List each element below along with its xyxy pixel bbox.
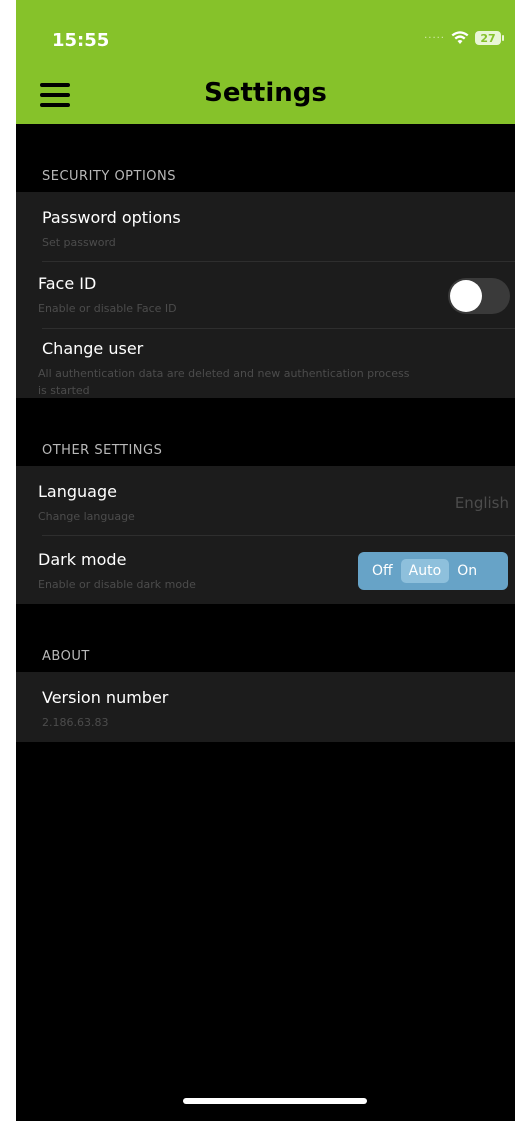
password-options-row[interactable]: Password options Set password: [16, 192, 515, 262]
face-id-toggle[interactable]: [448, 278, 510, 314]
change-user-title: Change user: [42, 339, 144, 358]
language-row[interactable]: Language Change language English: [16, 466, 515, 535]
home-indicator: [183, 1098, 367, 1104]
dark-mode-auto-option[interactable]: Auto: [400, 559, 450, 583]
battery-icon: 27: [475, 31, 504, 45]
dark-mode-row: Dark mode Enable or disable dark mode Of…: [16, 536, 515, 604]
wifi-icon: [451, 31, 469, 44]
header-bar: 15:55 ····· 27 Settings: [16, 0, 515, 124]
dark-mode-title: Dark mode: [38, 550, 127, 569]
face-id-subtitle: Enable or disable Face ID: [38, 302, 177, 315]
change-user-subtitle-cont: is started: [38, 384, 90, 397]
version-number: 2.186.63.83: [42, 716, 109, 729]
page-title: Settings: [204, 78, 327, 108]
battery-level: 27: [480, 31, 496, 45]
dark-mode-off-option[interactable]: Off: [364, 559, 401, 583]
change-user-subtitle: All authentication data are deleted and …: [38, 367, 410, 380]
other-settings-group: Language Change language English Dark mo…: [16, 466, 515, 604]
password-options-subtitle: Set password: [42, 236, 116, 249]
toggle-knob: [450, 280, 482, 312]
status-icons: ····· 27: [424, 31, 504, 45]
password-options-title: Password options: [42, 208, 181, 227]
security-group: Password options Set password Face ID En…: [16, 192, 515, 398]
section-header-security: SECURITY OPTIONS: [16, 124, 515, 192]
face-id-title: Face ID: [38, 274, 97, 293]
dark-mode-on-option[interactable]: On: [449, 559, 485, 583]
section-header-other: OTHER SETTINGS: [16, 398, 515, 466]
version-title: Version number: [42, 688, 169, 707]
about-group: Version number 2.186.63.83: [16, 672, 515, 742]
app-screen: 15:55 ····· 27 Settings SECURITY OPTIONS…: [16, 0, 515, 1121]
dark-mode-segmented-control: Off Auto On: [358, 552, 508, 590]
language-value: English: [454, 494, 509, 512]
section-header-about: ABOUT: [16, 604, 515, 672]
change-user-row[interactable]: Change user All authentication data are …: [16, 329, 515, 398]
status-time: 15:55: [52, 30, 110, 51]
dark-mode-subtitle: Enable or disable dark mode: [38, 578, 196, 591]
language-subtitle: Change language: [38, 510, 135, 523]
signal-icon: ·····: [424, 32, 445, 44]
language-title: Language: [38, 482, 117, 501]
version-row: Version number 2.186.63.83: [16, 672, 515, 742]
face-id-row: Face ID Enable or disable Face ID: [16, 262, 515, 328]
